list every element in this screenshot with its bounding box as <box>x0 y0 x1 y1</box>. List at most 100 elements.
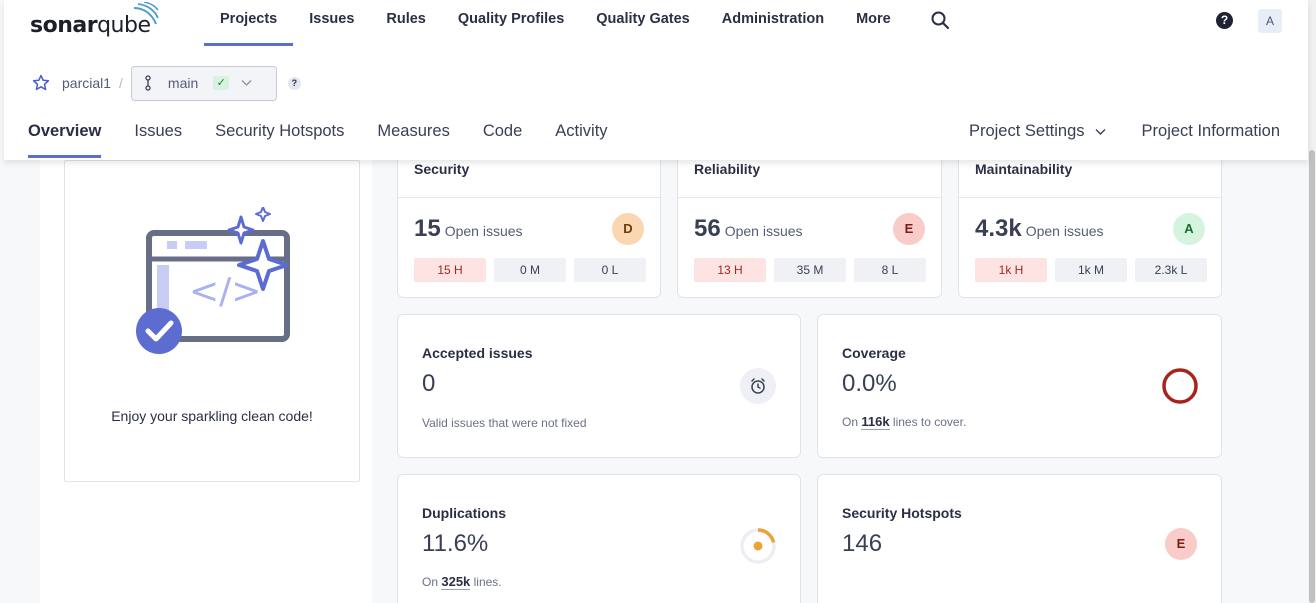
scrollbar-thumb[interactable] <box>1309 150 1315 603</box>
favorite-star-icon[interactable] <box>32 74 50 92</box>
breadcrumb-separator: / <box>119 75 123 91</box>
nav-projects[interactable]: Projects <box>204 0 294 46</box>
severity-breakdown: 13 H 35 M 8 L <box>694 258 926 282</box>
security-card: Security 15 Open issues D 15 H 0 M 0 L <box>397 150 661 298</box>
low-severity-count[interactable]: 8 L <box>854 258 926 282</box>
coverage-value[interactable]: 0.0% <box>842 370 897 398</box>
tab-measures[interactable]: Measures <box>377 108 449 158</box>
chevron-down-icon <box>1095 129 1106 135</box>
maintainability-open-issues[interactable]: 4.3k Open issues <box>975 215 1104 243</box>
card-title: Coverage <box>842 345 906 361</box>
severity-breakdown: 15 H 0 M 0 L <box>414 258 646 282</box>
main-navigation: Projects Issues Rules Quality Profiles Q… <box>204 0 907 46</box>
high-severity-count[interactable]: 1k H <box>975 258 1047 282</box>
security-hotspots-card: Security Hotspots 146 E <box>817 474 1222 603</box>
accepted-issues-value[interactable]: 0 <box>422 370 435 398</box>
security-review-rating-badge[interactable]: E <box>1165 528 1197 560</box>
search-icon[interactable] <box>930 10 950 30</box>
project-navigation-right: Project Settings Project Information <box>969 108 1280 158</box>
maintainability-rating-badge[interactable]: A <box>1173 213 1205 245</box>
open-issues-count[interactable]: 56 <box>694 215 721 242</box>
user-avatar[interactable]: A <box>1258 9 1282 33</box>
reliability-open-issues[interactable]: 56 Open issues <box>694 215 803 243</box>
note-suffix: lines. <box>473 575 502 589</box>
logo-bold: sonar <box>30 13 98 38</box>
note-prefix: On <box>422 575 439 589</box>
medium-severity-count[interactable]: 1k M <box>1055 258 1127 282</box>
nav-issues[interactable]: Issues <box>293 0 370 46</box>
breadcrumb: parcial1 / main ✓ ? <box>32 65 301 101</box>
project-navigation: Overview Issues Security Hotspots Measur… <box>28 108 641 160</box>
project-name-link[interactable]: parcial1 <box>62 75 111 91</box>
coverage-card: Coverage 0.0% On 116k lines to cover. <box>817 314 1222 458</box>
reliability-rating-badge[interactable]: E <box>893 213 925 245</box>
card-title: Security <box>414 161 470 177</box>
high-severity-count[interactable]: 13 H <box>694 258 766 282</box>
branch-selector[interactable]: main ✓ <box>130 65 277 101</box>
duplications-value[interactable]: 11.6% <box>422 530 488 558</box>
logo-waves-icon <box>133 2 159 25</box>
page-scrollbar[interactable] <box>1308 0 1316 603</box>
quality-gate-passed-icon: ✓ <box>213 76 230 90</box>
duplication-ring-icon <box>740 528 776 564</box>
medium-severity-count[interactable]: 0 M <box>494 258 566 282</box>
tab-code[interactable]: Code <box>483 108 522 158</box>
tab-activity[interactable]: Activity <box>555 108 607 158</box>
accepted-issues-card: Accepted issues 0 Valid issues that were… <box>397 314 801 458</box>
security-open-issues[interactable]: 15 Open issues <box>414 215 523 243</box>
branch-name: main <box>167 75 199 91</box>
coverage-ring-icon <box>1162 368 1198 404</box>
duplications-card: Duplications 11.6% On 325k lines. <box>397 474 801 603</box>
note-suffix: lines to cover. <box>892 415 967 429</box>
low-severity-count[interactable]: 0 L <box>574 258 646 282</box>
card-title: Maintainability <box>975 161 1073 177</box>
open-issues-count[interactable]: 15 <box>414 215 441 242</box>
nav-more[interactable]: More <box>840 0 907 46</box>
lines-to-cover-link[interactable]: 116k <box>861 414 890 430</box>
open-issues-label: Open issues <box>1025 223 1104 239</box>
reliability-card: Reliability 56 Open issues E 13 H 35 M 8 … <box>677 150 942 298</box>
divider <box>398 197 660 198</box>
nav-quality-profiles[interactable]: Quality Profiles <box>442 0 580 46</box>
lines-link[interactable]: 325k <box>441 574 471 590</box>
sonarqube-logo[interactable]: sonarqube <box>30 2 159 38</box>
alarm-clock-icon <box>740 368 776 404</box>
clean-code-message: Enjoy your sparkling clean code! <box>111 408 313 424</box>
tab-overview[interactable]: Overview <box>28 108 102 158</box>
nav-quality-gates[interactable]: Quality Gates <box>580 0 705 46</box>
help-icon[interactable]: ? <box>1216 12 1233 29</box>
card-title: Security Hotspots <box>842 505 962 521</box>
chevron-down-icon <box>241 80 252 86</box>
severity-breakdown: 1k H 1k M 2.3k L <box>975 258 1207 282</box>
project-settings-menu[interactable]: Project Settings <box>969 108 1106 158</box>
security-rating-badge[interactable]: D <box>612 213 644 245</box>
svg-text:</>: </> <box>189 271 261 312</box>
open-issues-label: Open issues <box>444 223 523 239</box>
tab-security-hotspots[interactable]: Security Hotspots <box>215 108 344 158</box>
nav-administration[interactable]: Administration <box>706 0 840 46</box>
project-settings-label: Project Settings <box>968 122 1085 140</box>
card-title: Reliability <box>694 161 761 177</box>
tab-issues[interactable]: Issues <box>134 108 182 158</box>
maintainability-card: Maintainability 4.3k Open issues A 1k H 1… <box>958 150 1222 298</box>
coverage-note: On 116k lines to cover. <box>842 414 967 430</box>
card-title: Duplications <box>422 505 507 521</box>
duplications-note: On 325k lines. <box>422 574 502 590</box>
open-issues-label: Open issues <box>724 223 803 239</box>
open-issues-count[interactable]: 4.3k <box>975 215 1022 242</box>
low-severity-count[interactable]: 2.3k L <box>1135 258 1207 282</box>
security-hotspots-value[interactable]: 146 <box>842 530 882 558</box>
branch-icon <box>145 75 151 91</box>
card-title: Accepted issues <box>422 345 533 361</box>
clean-code-illustration: </> <box>136 207 290 354</box>
high-severity-count[interactable]: 15 H <box>414 258 486 282</box>
clean-code-card: </> Enjoy your sparkling clean code! <box>64 160 360 482</box>
medium-severity-count[interactable]: 35 M <box>774 258 846 282</box>
note-prefix: On <box>842 415 859 429</box>
accepted-issues-note: Valid issues that were not fixed <box>422 416 587 430</box>
divider <box>959 197 1221 198</box>
project-information-tab[interactable]: Project Information <box>1142 108 1280 158</box>
divider <box>678 197 941 198</box>
branch-help-icon[interactable]: ? <box>287 76 301 90</box>
nav-rules[interactable]: Rules <box>370 0 442 46</box>
